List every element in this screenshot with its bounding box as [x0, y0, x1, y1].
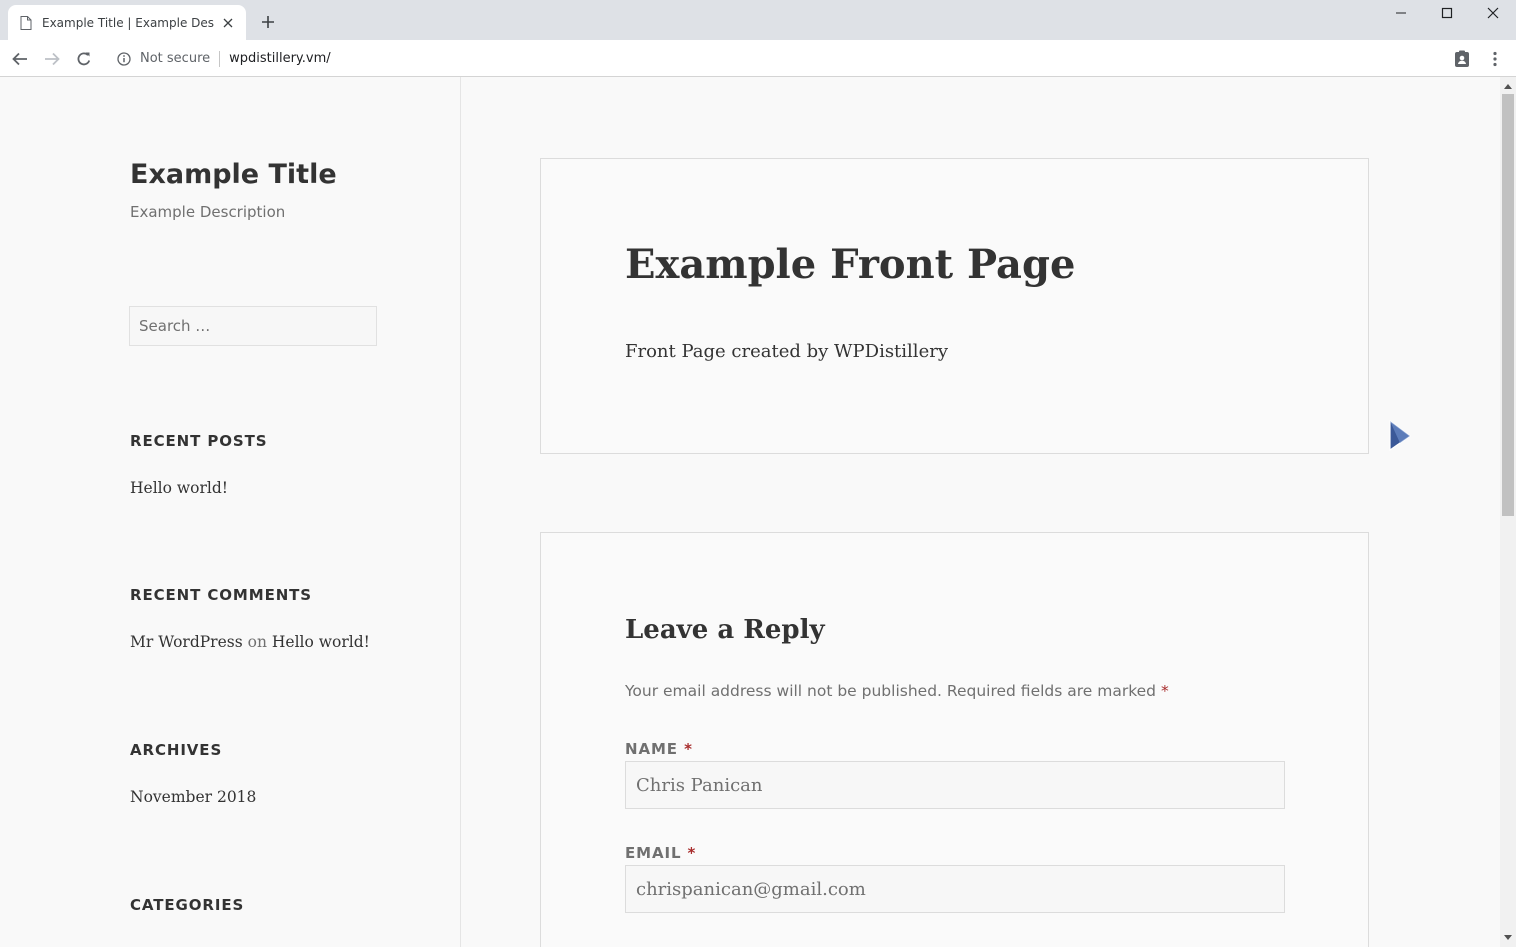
scroll-down-arrow-icon[interactable] [1500, 932, 1516, 942]
front-page-article: Example Front Page Front Page created by… [540, 158, 1369, 454]
close-tab-icon[interactable] [220, 15, 236, 31]
email-label-text: EMAIL [625, 844, 682, 862]
close-window-icon[interactable] [1470, 2, 1516, 24]
search-input[interactable] [129, 306, 377, 346]
scrollbar[interactable] [1500, 77, 1516, 947]
forward-icon[interactable] [41, 48, 63, 70]
comment-notes: Your email address will not be published… [625, 682, 1169, 700]
entry-content: Front Page created by WPDistillery [625, 341, 948, 362]
back-icon[interactable] [9, 48, 31, 70]
required-marker: * [687, 844, 697, 862]
name-label: NAME * [625, 740, 693, 758]
comment-form: Leave a Reply Your email address will no… [540, 532, 1369, 947]
site-title[interactable]: Example Title [130, 159, 337, 190]
address-bar[interactable]: Not secure wpdistillery.vm/ [112, 46, 331, 71]
site-description: Example Description [130, 203, 286, 221]
email-label: EMAIL * [625, 844, 696, 862]
name-field[interactable] [625, 761, 1285, 809]
web-page: Example Title Example Description RECENT… [0, 77, 1500, 947]
scroll-up-arrow-icon[interactable] [1500, 81, 1516, 91]
recent-posts-heading: RECENT POSTS [130, 432, 268, 450]
recent-comments-heading: RECENT COMMENTS [130, 586, 313, 604]
security-label: Not secure [140, 51, 211, 66]
reload-icon[interactable] [73, 48, 95, 70]
sidebar: Example Title Example Description RECENT… [0, 77, 461, 947]
scrollbar-thumb[interactable] [1502, 94, 1514, 516]
required-marker: * [1160, 682, 1169, 700]
tab-title: Example Title | Example Description [42, 15, 214, 30]
email-field[interactable] [625, 865, 1285, 913]
minimize-icon[interactable] [1378, 2, 1424, 24]
archives-heading: ARCHIVES [130, 741, 223, 759]
browser-tab[interactable]: Example Title | Example Description [8, 5, 246, 40]
recent-comment-item: Mr WordPress on Hello world! [130, 633, 370, 651]
entry-title: Example Front Page [625, 241, 1076, 288]
required-marker: * [684, 740, 693, 758]
page-icon [20, 15, 32, 30]
maximize-icon[interactable] [1424, 2, 1470, 24]
profile-icon[interactable] [1451, 48, 1473, 70]
tab-strip: Example Title | Example Description [0, 0, 1516, 40]
url-text[interactable]: wpdistillery.vm/ [229, 51, 331, 66]
info-icon[interactable] [116, 51, 132, 67]
comment-post-link[interactable]: Hello world! [272, 633, 370, 651]
categories-heading: CATEGORIES [130, 896, 245, 914]
mouse-cursor-icon [1389, 419, 1413, 452]
new-tab-button[interactable] [258, 12, 278, 32]
name-label-text: NAME [625, 740, 678, 758]
comment-author-link[interactable]: Mr WordPress [130, 633, 243, 651]
archive-link[interactable]: November 2018 [130, 788, 256, 806]
omnibox-divider [219, 50, 221, 67]
browser-toolbar: Not secure wpdistillery.vm/ [0, 40, 1516, 77]
comment-connector: on [247, 633, 267, 651]
recent-post-link[interactable]: Hello world! [130, 479, 228, 497]
reply-title: Leave a Reply [625, 615, 825, 645]
menu-icon[interactable] [1484, 48, 1506, 70]
comment-notes-text: Your email address will not be published… [625, 682, 1157, 700]
